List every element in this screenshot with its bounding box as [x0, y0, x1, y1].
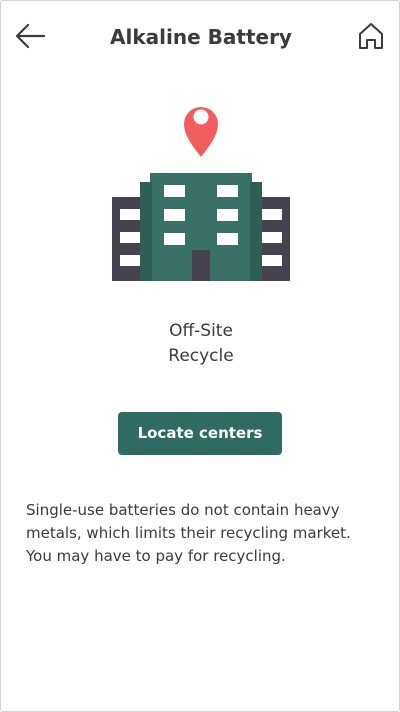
back-button[interactable]	[13, 19, 49, 55]
disposal-method-line1: Off-Site	[169, 321, 233, 341]
home-icon	[359, 23, 383, 49]
app-screen: Alkaline Battery Off-Site Recycle Locate…	[0, 0, 400, 712]
disposal-method-line2: Recycle	[168, 346, 234, 366]
top-bar: Alkaline Battery	[1, 1, 399, 73]
disposal-description: Single-use batteries do not contain heav…	[26, 501, 351, 565]
recycling-center-illustration	[109, 93, 293, 293]
page-title: Alkaline Battery	[110, 25, 292, 49]
locate-centers-button[interactable]: Locate centers	[118, 412, 282, 455]
home-button[interactable]	[355, 19, 389, 53]
location-pin-icon	[184, 107, 218, 157]
building-icon	[112, 107, 290, 281]
arrow-left-icon	[15, 23, 46, 49]
disposal-method: Off-Site Recycle	[101, 319, 301, 369]
